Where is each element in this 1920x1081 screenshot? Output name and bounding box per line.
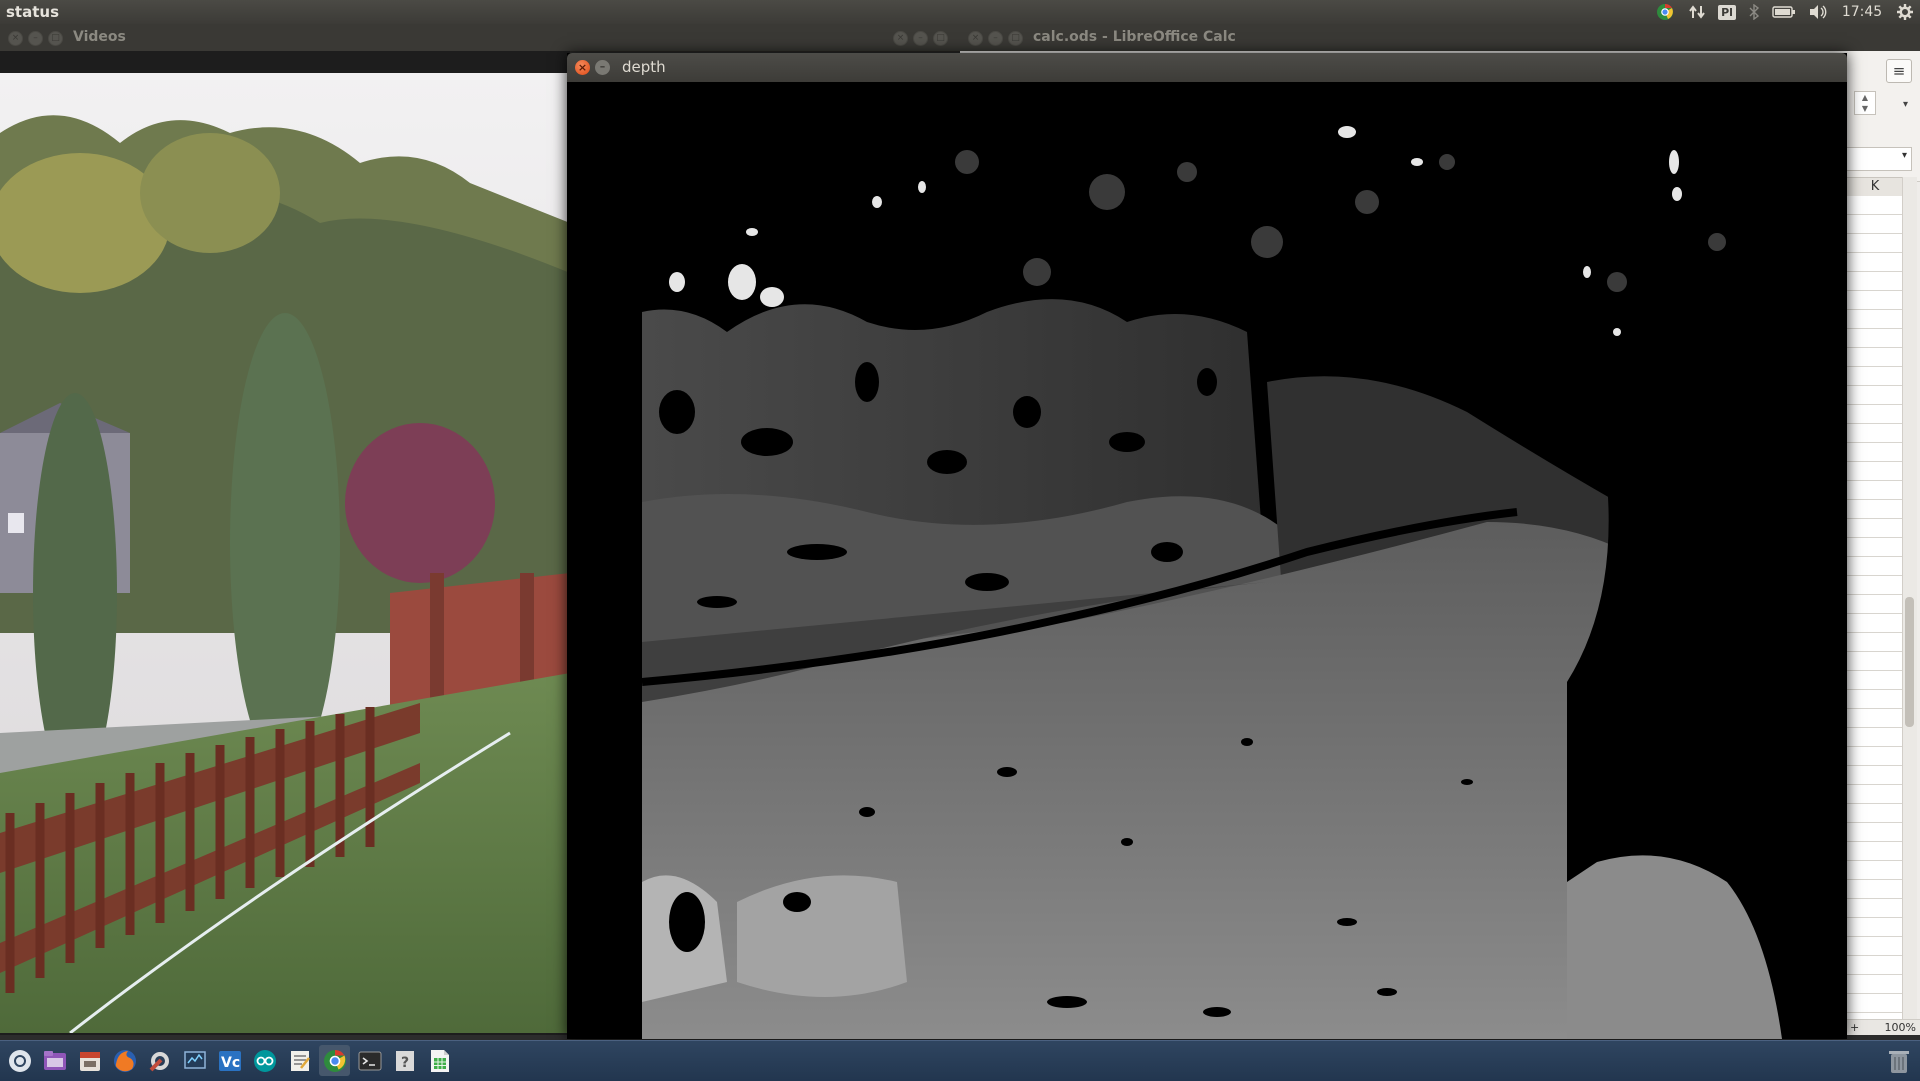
chrome-indicator-icon[interactable] [1648, 0, 1682, 24]
depth-map-image [567, 82, 1847, 1039]
launcher-terminal-icon[interactable] [354, 1045, 385, 1076]
zoom-in-button[interactable]: + [1850, 1021, 1859, 1034]
videos-close-icon[interactable]: × [8, 31, 23, 46]
spreadsheet-grid[interactable] [1846, 196, 1903, 1026]
svg-text:?: ? [401, 1055, 409, 1071]
hamburger-menu-icon[interactable]: ≡ [1886, 59, 1912, 83]
launcher-libreoffice-calc-icon[interactable] [424, 1045, 455, 1076]
active-app-title: status [6, 3, 59, 21]
launcher-chrome-icon[interactable] [319, 1045, 350, 1076]
column-header-k[interactable]: K [1846, 177, 1904, 197]
secondary-close-icon[interactable]: × [893, 31, 908, 46]
keyboard-layout-indicator[interactable]: Pl [1712, 0, 1742, 24]
minimize-icon[interactable]: – [595, 60, 610, 75]
session-gear-icon[interactable] [1890, 0, 1920, 24]
calc-window-title: calc.ods - LibreOffice Calc [1033, 29, 1236, 45]
launcher-settings-icon[interactable] [144, 1045, 175, 1076]
videos-titlebar[interactable]: × – □ Videos × – □ [0, 24, 960, 52]
calc-statusbar: + 100% [1840, 1019, 1920, 1035]
launcher-apps: Vc ? [4, 1045, 455, 1076]
depth-window: × – depth [567, 53, 1847, 1039]
system-tray: Pl 17:45 [1648, 0, 1920, 24]
depth-titlebar[interactable]: × – depth [567, 53, 1847, 82]
calc-maximize-icon[interactable]: □ [1008, 31, 1023, 46]
calc-close-icon[interactable]: × [968, 31, 983, 46]
chevron-down-icon[interactable]: ▾ [1903, 99, 1908, 110]
top-panel: status Pl 17:45 [0, 0, 1920, 25]
chevron-down-icon: ▾ [1901, 150, 1907, 161]
secondary-minimize-icon[interactable]: – [913, 31, 928, 46]
vertical-scrollbar[interactable] [1902, 177, 1917, 1027]
calc-minimize-icon[interactable]: – [988, 31, 1003, 46]
launcher-arduino-icon[interactable] [249, 1045, 280, 1076]
videos-window-title: Videos [73, 29, 126, 45]
launcher-help-icon[interactable]: ? [389, 1045, 420, 1076]
launcher-calendar-icon[interactable] [74, 1045, 105, 1076]
launcher-files-icon[interactable] [39, 1045, 70, 1076]
zoom-level[interactable]: 100% [1885, 1021, 1916, 1034]
launcher-dash-icon[interactable] [4, 1045, 35, 1076]
clock[interactable]: 17:45 [1834, 0, 1890, 24]
scrollbar-thumb[interactable] [1905, 597, 1914, 727]
calc-titlebar[interactable]: × – □ calc.ods - LibreOffice Calc [960, 24, 1920, 52]
trash-icon[interactable] [1886, 1047, 1912, 1075]
keyboard-layout-label: Pl [1718, 4, 1736, 20]
svg-text:Vc: Vc [221, 1055, 240, 1071]
volume-icon[interactable] [1802, 0, 1834, 24]
launcher-system-monitor-icon[interactable] [179, 1045, 210, 1076]
launcher-bar: Vc ? [0, 1040, 1920, 1081]
calc-spinner[interactable]: ▲ ▼ [1854, 91, 1876, 115]
bluetooth-icon[interactable] [1742, 0, 1766, 24]
depth-window-title: depth [622, 58, 666, 76]
launcher-visual-code-icon[interactable]: Vc [214, 1045, 245, 1076]
videos-maximize-icon[interactable]: □ [48, 31, 63, 46]
battery-icon[interactable] [1766, 0, 1802, 24]
camera-video-frame [0, 73, 570, 1033]
network-arrows-icon[interactable] [1682, 0, 1712, 24]
videos-window [0, 51, 570, 1035]
secondary-maximize-icon[interactable]: □ [933, 31, 948, 46]
launcher-firefox-icon[interactable] [109, 1045, 140, 1076]
launcher-text-editor-icon[interactable] [284, 1045, 315, 1076]
close-icon[interactable]: × [575, 60, 590, 75]
videos-minimize-icon[interactable]: – [28, 31, 43, 46]
